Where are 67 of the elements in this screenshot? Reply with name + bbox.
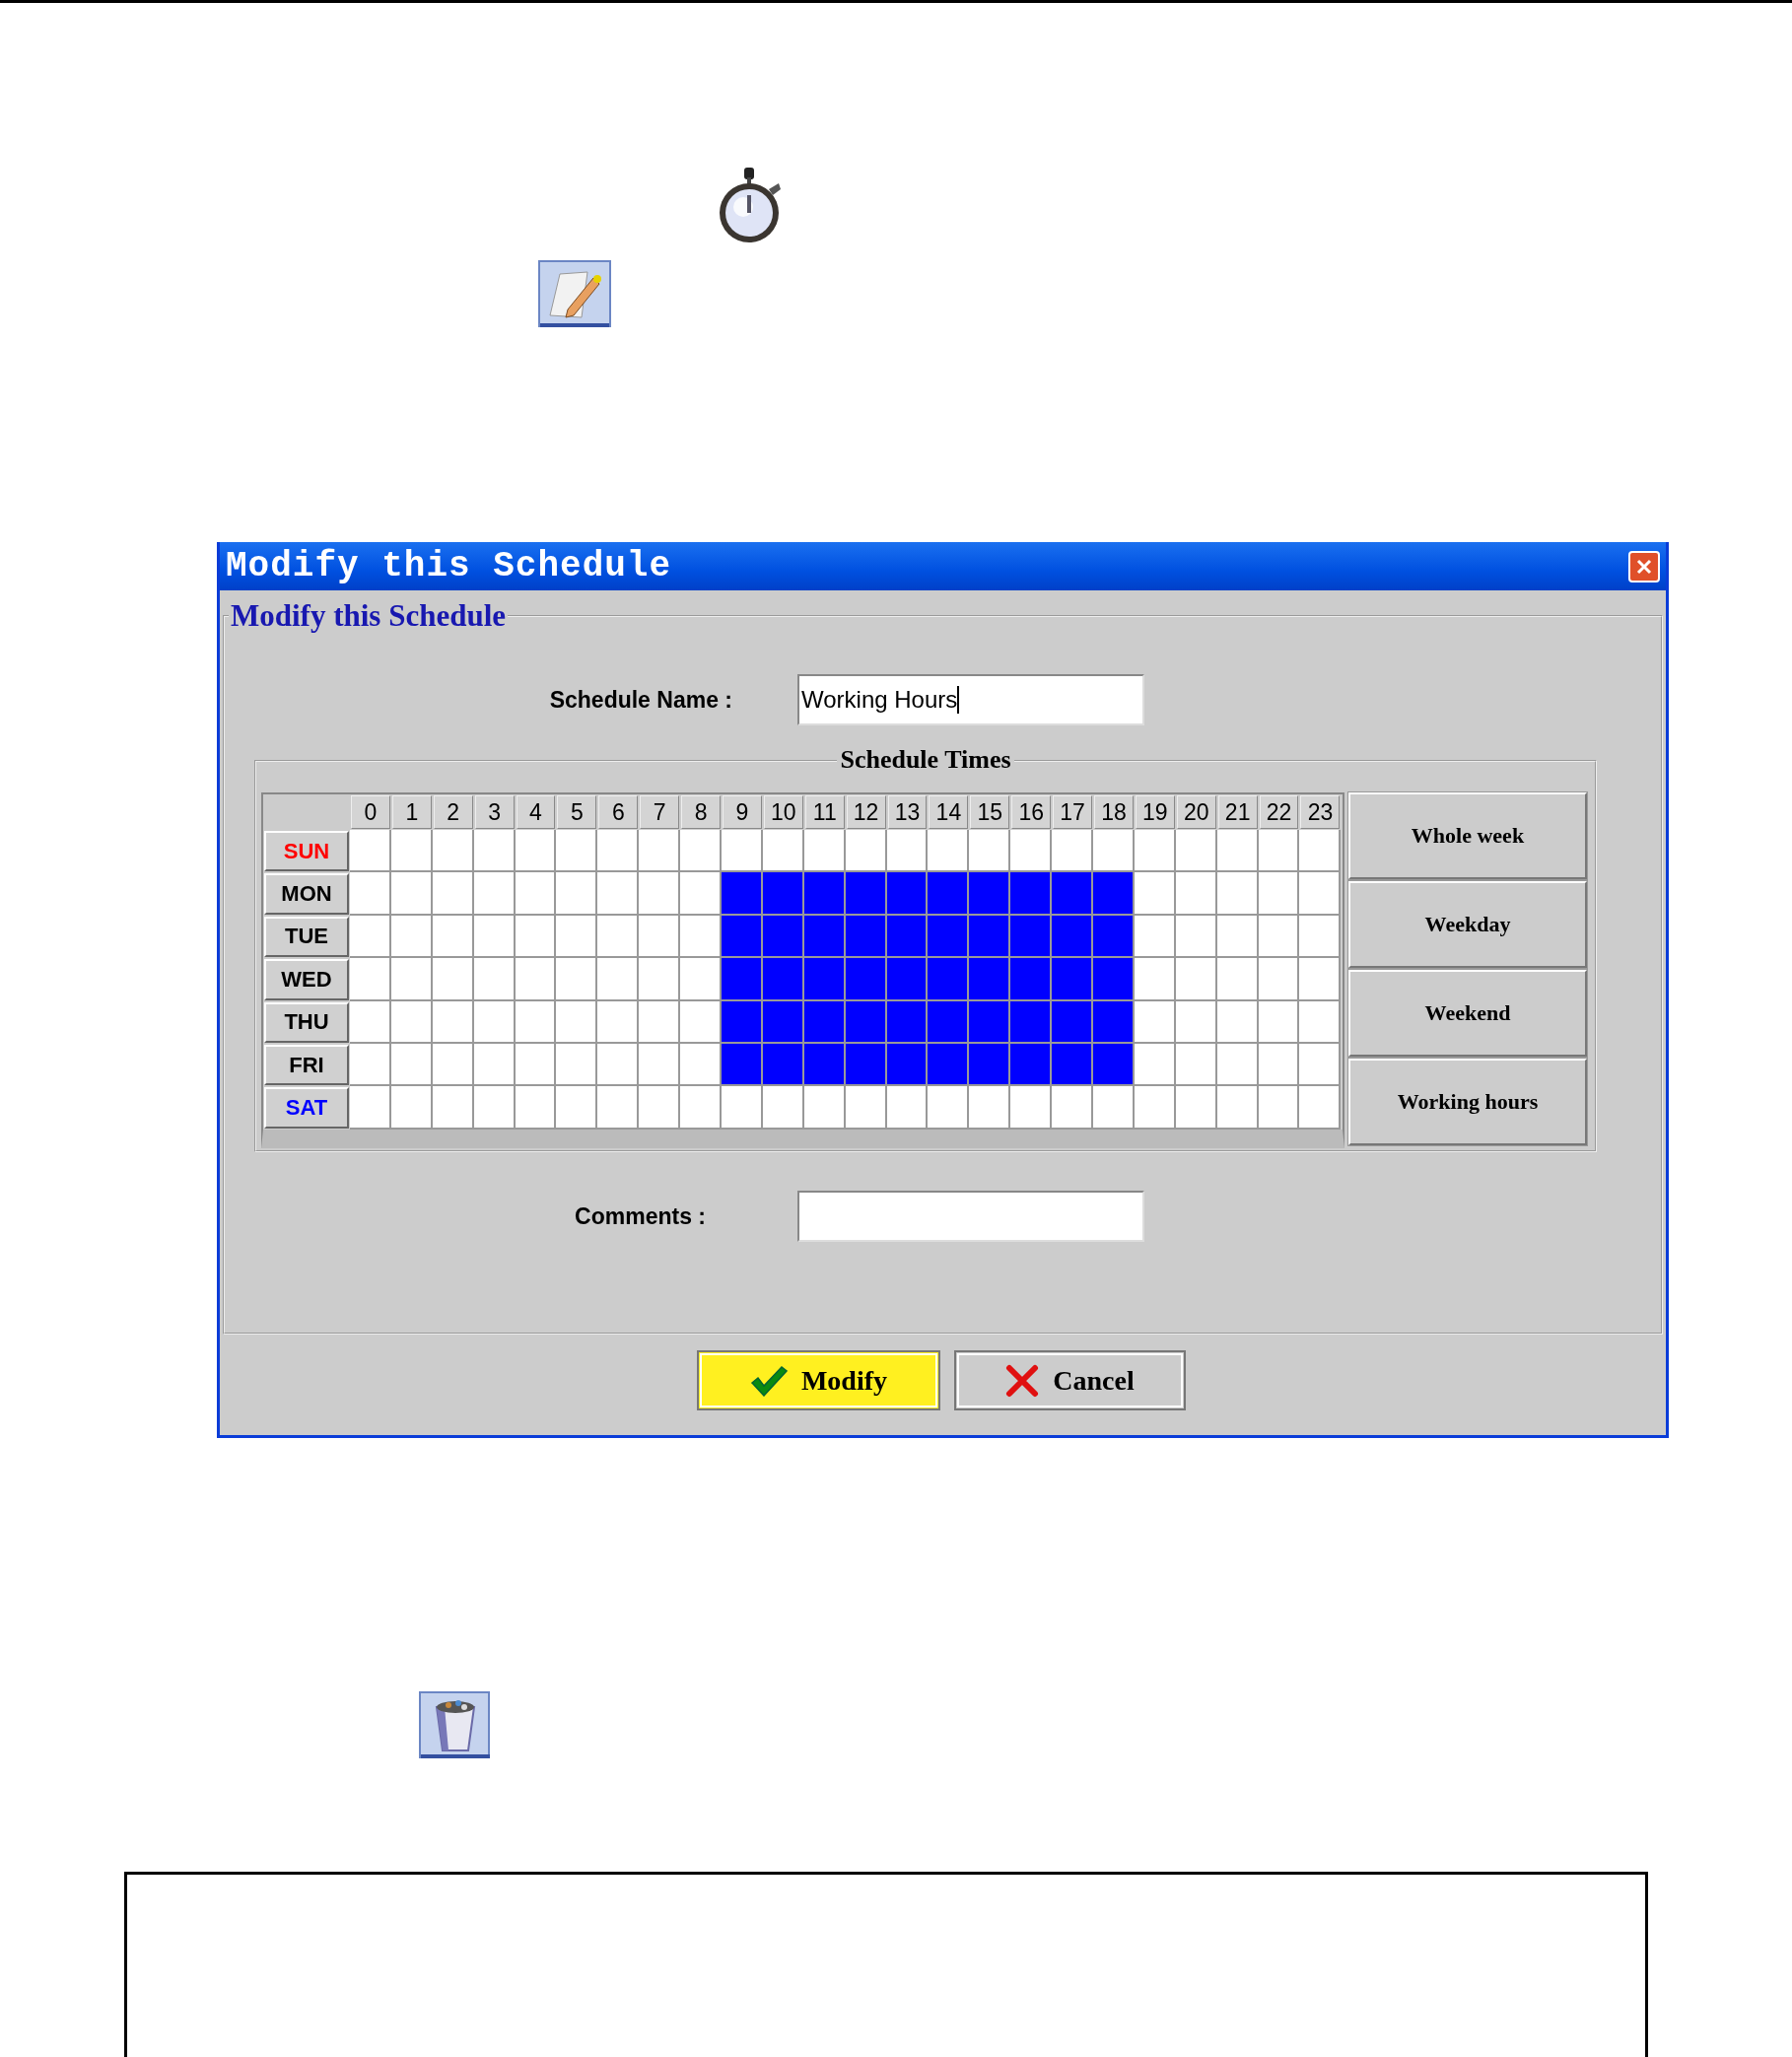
hour-label: 22	[1259, 795, 1299, 829]
text-field[interactable]: Working Hours	[797, 674, 1144, 725]
preset-button[interactable]: Weekday	[1348, 881, 1587, 968]
group-title: Modify this Schedule	[230, 598, 508, 634]
trash-icon[interactable]	[419, 1691, 492, 1760]
close-button[interactable]	[1628, 550, 1660, 583]
time-slot[interactable]	[1052, 1043, 1094, 1087]
field-label: Schedule Name :	[549, 686, 732, 714]
time-slot[interactable]	[845, 1043, 887, 1087]
hour-label: 5	[557, 795, 597, 829]
day-button[interactable]: TUE	[264, 916, 349, 958]
hour-label: 7	[640, 795, 680, 829]
day-button[interactable]: WED	[264, 959, 349, 1000]
time-slot[interactable]	[1010, 1043, 1053, 1087]
hour-label: 9	[723, 795, 762, 829]
preset-button[interactable]: Whole week	[1348, 792, 1587, 879]
hour-label: 1	[391, 795, 432, 829]
hour-label: 15	[970, 795, 1010, 829]
day-button[interactable]: FRI	[264, 1044, 349, 1086]
hour-label: 13	[887, 795, 928, 829]
hour-label: 17	[1053, 795, 1093, 829]
day-button[interactable]: THU	[264, 1001, 349, 1043]
hour-label: 20	[1176, 795, 1216, 829]
notepad-pencil-icon[interactable]	[538, 260, 611, 329]
hour-label: 23	[1300, 795, 1341, 829]
hour-label: 4	[516, 795, 556, 829]
time-slot[interactable]	[1010, 830, 1053, 873]
time-slot[interactable]	[928, 1043, 970, 1087]
hour-label: 12	[846, 795, 886, 829]
time-slot[interactable]	[762, 1043, 804, 1087]
time-slot[interactable]	[886, 1043, 929, 1087]
time-slot[interactable]	[803, 1043, 846, 1087]
time-slot[interactable]	[722, 830, 763, 873]
hour-label: 0	[351, 795, 390, 829]
time-slot[interactable]	[762, 830, 804, 873]
preset-button[interactable]: Weekend	[1348, 970, 1587, 1057]
time-slot[interactable]	[886, 830, 929, 873]
field-label: Comments :	[575, 1202, 706, 1230]
time-slot[interactable]	[969, 830, 1011, 873]
time-slot[interactable]	[969, 1043, 1011, 1087]
preset-button[interactable]: Working hours	[1348, 1059, 1587, 1145]
day-button[interactable]: MON	[264, 873, 349, 915]
time-slot[interactable]	[803, 830, 846, 873]
time-slot[interactable]	[845, 830, 887, 873]
cross-icon	[1005, 1363, 1040, 1398]
time-slot[interactable]	[928, 830, 970, 873]
time-slot[interactable]	[1093, 830, 1135, 873]
hour-label: 6	[598, 795, 639, 829]
window-title: Modify this Schedule	[226, 546, 672, 586]
time-slot[interactable]	[1093, 1043, 1135, 1087]
day-button[interactable]: SAT	[264, 1087, 349, 1129]
hour-label: 21	[1217, 795, 1258, 829]
checkmark-icon	[749, 1364, 788, 1397]
text-field[interactable]	[797, 1191, 1144, 1242]
time-slot[interactable]	[722, 1043, 763, 1087]
hour-label: 16	[1011, 795, 1052, 829]
hour-label: 2	[433, 795, 473, 829]
hour-label: 11	[804, 795, 845, 829]
hour-label: 14	[929, 795, 969, 829]
hour-label: 19	[1135, 795, 1175, 829]
hour-label: 8	[681, 795, 721, 829]
hour-label: 10	[763, 795, 803, 829]
time-slot[interactable]	[1052, 830, 1094, 873]
hour-label: 18	[1094, 795, 1134, 829]
hour-label: 3	[474, 795, 515, 829]
modify-button[interactable]: Modify	[697, 1350, 940, 1410]
cancel-button[interactable]: Cancel	[954, 1350, 1186, 1410]
